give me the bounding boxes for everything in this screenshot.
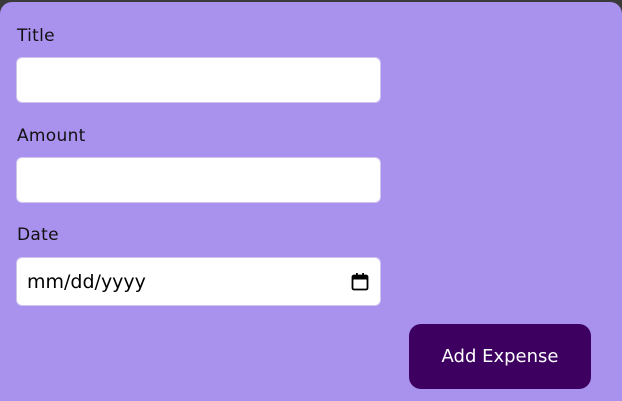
calendar-icon[interactable] [350,272,370,292]
date-input[interactable]: mm/dd/yyyy [16,257,381,306]
date-label: Date [17,225,59,245]
add-expense-button[interactable]: Add Expense [409,324,591,389]
title-input[interactable] [16,57,381,103]
amount-input[interactable] [16,157,381,203]
title-label: Title [17,26,55,46]
amount-label: Amount [17,126,86,146]
date-placeholder: mm/dd/yyyy [27,270,146,293]
expense-form: Title Amount Date mm/dd/yyyy Add Expense [0,2,622,401]
